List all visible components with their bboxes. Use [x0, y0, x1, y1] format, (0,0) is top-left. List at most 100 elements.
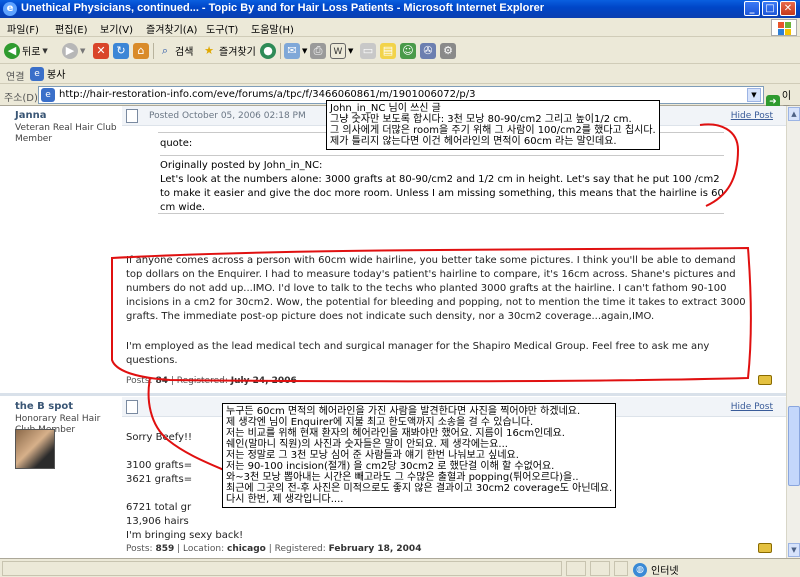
home-button[interactable]: ⌂: [133, 41, 149, 60]
links-bar: 연결 e 봉사: [0, 64, 800, 84]
messenger-icon: ☺: [400, 42, 416, 59]
posts-count: 859: [155, 544, 175, 554]
chevron-down-icon: ▼: [348, 46, 354, 55]
quick-reply-icon[interactable]: [758, 543, 772, 553]
hide-post-link[interactable]: Hide Post: [731, 402, 773, 412]
maximize-button[interactable]: □: [762, 1, 778, 16]
favorites-star-icon: ★: [201, 42, 217, 59]
post-footer: Posts: 859 | Location: chicago | Registe…: [126, 544, 422, 554]
back-button[interactable]: ◀ 뒤로 ▼: [4, 41, 48, 60]
address-dropdown-icon[interactable]: ▼: [747, 88, 761, 102]
user-rank: Veteran Real Hair Club Member: [15, 123, 117, 144]
refresh-icon: ↻: [113, 42, 129, 59]
post-footer: Posts: 84 | Registered: July 24, 2006: [126, 376, 297, 386]
back-arrow-icon: ◀: [4, 42, 20, 59]
status-pane: [566, 561, 586, 576]
status-pane: [2, 561, 562, 576]
media-icon: ●: [260, 42, 276, 59]
print-icon: ⎙: [310, 42, 326, 59]
posts-label: Posts:: [126, 544, 153, 554]
translation-tooltip-top: John_in_NC 님이 쓰신 글 그냥 숫자만 보도록 합시다: 3천 모낭…: [326, 100, 660, 150]
word-icon: W: [330, 42, 346, 59]
menu-tools[interactable]: 도구(T): [206, 21, 238, 36]
notes-button[interactable]: ▤: [380, 41, 396, 60]
address-label: 주소(D): [4, 93, 38, 104]
status-pane: [590, 561, 610, 576]
notes-icon: ▤: [380, 42, 396, 59]
chevron-down-icon: ▼: [302, 46, 308, 55]
page-icon: e: [41, 88, 55, 102]
hide-post-link[interactable]: Hide Post: [731, 111, 773, 121]
favorites-label: 즐겨찾기: [219, 47, 256, 58]
discuss-button[interactable]: ▭: [360, 41, 376, 60]
username[interactable]: the B spot: [15, 401, 122, 412]
toolbar: ◀ 뒤로 ▼ ▶ ▼ ✕ ↻ ⌂ ⌕ 검색 ★ 즐겨찾기 ● ✉ ▼ ⎙ W ▼…: [0, 37, 800, 64]
links-item-bongsa[interactable]: e 봉사: [30, 66, 65, 81]
posts-count: 84: [155, 376, 168, 386]
links-label: 연결: [6, 72, 25, 83]
post-body-signature: I'm employed as the lead medical tech an…: [126, 341, 710, 366]
menu-bar: 파일(F) 편집(E) 보기(V) 즐겨찾기(A) 도구(T) 도움말(H): [0, 18, 800, 37]
registered-date: July 24, 2006: [230, 376, 297, 386]
minimize-button[interactable]: _: [744, 1, 760, 16]
menu-view[interactable]: 보기(V): [100, 21, 133, 36]
tools-icon: ⚙: [440, 42, 456, 59]
menu-help[interactable]: 도움말(H): [251, 21, 294, 36]
post-document-icon: [126, 109, 138, 123]
page-icon: e: [30, 66, 44, 81]
post-date: Posted October 05, 2006 02:18 PM: [149, 111, 306, 121]
status-pane: [614, 561, 628, 576]
favorites-button[interactable]: ★ 즐겨찾기: [201, 41, 256, 60]
forward-button[interactable]: ▶ ▼: [62, 41, 85, 60]
quote-text: Let's look at the numbers alone: 3000 gr…: [160, 174, 724, 213]
search-label: 검색: [175, 47, 194, 58]
print-button[interactable]: ⎙: [310, 41, 326, 60]
location-value: chicago: [226, 544, 266, 554]
avatar: [15, 429, 55, 469]
chevron-down-icon: ▼: [42, 46, 48, 55]
vertical-scrollbar[interactable]: ▲ ▼: [786, 106, 800, 558]
refresh-button[interactable]: ↻: [113, 41, 129, 60]
scroll-down-icon[interactable]: ▼: [788, 543, 800, 557]
post-body: If anyone comes across a person with 60c…: [126, 255, 746, 322]
windows-logo-icon: [771, 19, 797, 36]
messenger-button[interactable]: ☺: [400, 41, 416, 60]
menu-edit[interactable]: 편집(E): [55, 21, 88, 36]
tools-button[interactable]: ⚙: [440, 41, 456, 60]
research-icon: ✇: [420, 42, 436, 59]
post-line: I'm bringing sexy back!: [126, 530, 244, 541]
post-document-icon: [126, 400, 138, 414]
quick-reply-icon[interactable]: [758, 375, 772, 385]
mail-button[interactable]: ✉ ▼: [284, 41, 307, 60]
menu-file[interactable]: 파일(F): [7, 21, 39, 36]
research-button[interactable]: ✇: [420, 41, 436, 60]
close-button[interactable]: ✕: [780, 1, 796, 16]
stop-icon: ✕: [93, 42, 109, 59]
registered-date: February 18, 2004: [328, 544, 422, 554]
post-divider: [0, 393, 786, 396]
zone-label: 인터넷: [651, 566, 679, 577]
status-bar: ◍ 인터넷: [0, 558, 800, 577]
toolbar-separator: [280, 43, 281, 59]
globe-icon: ◍: [633, 562, 647, 577]
chevron-down-icon: ▼: [80, 46, 86, 55]
search-button[interactable]: ⌕ 검색: [157, 41, 193, 60]
username[interactable]: Janna: [15, 110, 122, 121]
translation-tooltip-bottom: 누구든 60cm 면적의 헤어라인을 가진 사람을 발견한다면 사진을 찍어야만…: [222, 403, 617, 508]
author-panel: Janna Veteran Real Hair Club Member: [0, 106, 122, 145]
scroll-up-icon[interactable]: ▲: [788, 107, 800, 121]
stop-button[interactable]: ✕: [93, 41, 109, 60]
scroll-thumb[interactable]: [788, 406, 800, 486]
registered-label: Registered:: [176, 376, 228, 386]
mail-icon: ✉: [284, 42, 300, 59]
home-icon: ⌂: [133, 42, 149, 59]
media-button[interactable]: ●: [260, 41, 276, 60]
search-icon: ⌕: [157, 42, 173, 59]
forward-arrow-icon: ▶: [62, 42, 78, 59]
ie-logo-icon: e: [3, 2, 17, 16]
edit-button[interactable]: W ▼: [330, 41, 353, 60]
post-line: 13,906 hairs: [126, 516, 189, 527]
links-item-label: 봉사: [47, 70, 66, 81]
menu-favorites[interactable]: 즐겨찾기(A): [146, 21, 197, 36]
window-title: Unethical Physicians, continued... - Top…: [21, 2, 544, 14]
